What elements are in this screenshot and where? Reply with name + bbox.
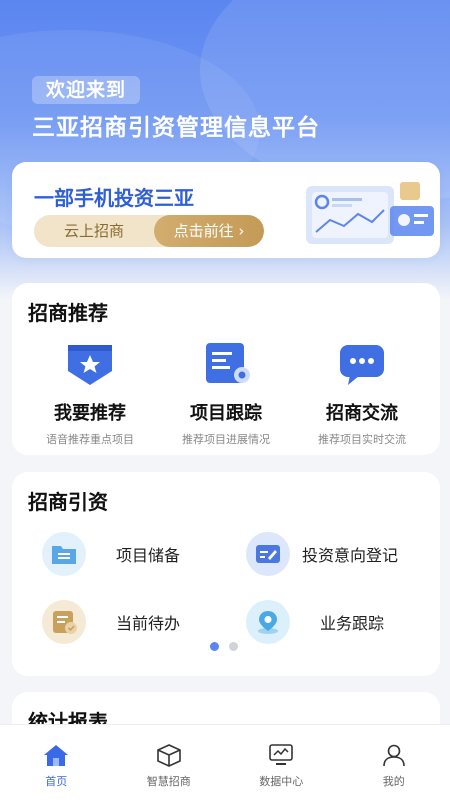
page-indicator bbox=[210, 642, 238, 651]
recommend-item-project-tracking[interactable]: 项目跟踪 推荐项目进展情况 bbox=[156, 341, 296, 447]
section-title: 招商引资 bbox=[28, 490, 108, 514]
recommend-label: 项目跟踪 bbox=[190, 403, 262, 424]
banner-pill[interactable]: 云上招商 点击前往 › bbox=[34, 215, 264, 247]
welcome-badge: 欢迎来到 bbox=[32, 76, 141, 104]
user-icon bbox=[382, 744, 405, 767]
investment-label: 业务跟踪 bbox=[320, 614, 385, 633]
platform-title: 三亚招商引资管理信息平台 bbox=[32, 115, 320, 141]
investment-label: 投资意向登记 bbox=[302, 546, 399, 565]
tab-smart-investment[interactable]: 智慧招商 bbox=[113, 725, 226, 800]
investment-item-todo[interactable]: 当前待办 bbox=[42, 600, 180, 644]
monitor-icon bbox=[269, 744, 294, 765]
banner-card[interactable]: 一部手机投资三亚 云上招商 点击前往 › bbox=[12, 162, 440, 258]
investment-card: 招商引资 项目储备 投资意向登记 当前待办 业务跟踪 bbox=[12, 472, 440, 676]
folder-icon bbox=[42, 532, 86, 576]
tab-home[interactable]: 首页 bbox=[0, 725, 113, 800]
page-dot[interactable] bbox=[229, 642, 238, 651]
recommend-card: 招商推荐 我要推荐 语音推荐重点项目 项目跟踪 推荐项目进展情况 招商交流 推荐… bbox=[12, 283, 440, 455]
recommend-item-my-recommend[interactable]: 我要推荐 语音推荐重点项目 bbox=[20, 341, 160, 447]
tab-label: 智慧招商 bbox=[146, 775, 191, 788]
go-button[interactable]: 点击前往 › bbox=[154, 215, 264, 247]
tab-label: 数据中心 bbox=[259, 775, 304, 788]
investment-label: 项目储备 bbox=[116, 546, 181, 565]
section-title: 招商推荐 bbox=[28, 301, 108, 325]
recommend-label: 我要推荐 bbox=[54, 403, 126, 424]
investment-label: 当前待办 bbox=[116, 614, 181, 633]
form-edit-icon bbox=[246, 532, 290, 576]
page-dot-active[interactable] bbox=[210, 642, 219, 651]
tab-label: 我的 bbox=[382, 775, 405, 788]
investment-item-intent-register[interactable]: 投资意向登记 bbox=[246, 532, 398, 576]
recommend-desc: 语音推荐重点项目 bbox=[46, 433, 134, 446]
star-badge-icon bbox=[68, 345, 112, 385]
recommend-desc: 推荐项目实时交流 bbox=[318, 433, 406, 446]
tab-data-center[interactable]: 数据中心 bbox=[225, 725, 338, 800]
banner-title: 一部手机投资三亚 bbox=[34, 186, 194, 210]
investment-item-project-reserve[interactable]: 项目储备 bbox=[42, 532, 180, 576]
chat-bubble-icon bbox=[340, 345, 384, 385]
recommend-desc: 推荐项目进展情况 bbox=[182, 433, 270, 446]
document-track-icon bbox=[206, 343, 250, 383]
home-icon bbox=[44, 745, 69, 766]
dashboard-illustration bbox=[306, 182, 434, 244]
recommend-item-exchange[interactable]: 招商交流 推荐项目实时交流 bbox=[292, 341, 432, 447]
tab-mine[interactable]: 我的 bbox=[338, 725, 450, 800]
investment-item-business-tracking[interactable]: 业务跟踪 bbox=[246, 600, 384, 644]
bottom-tab-bar: 首页 智慧招商 数据中心 我的 bbox=[0, 724, 450, 800]
box-icon bbox=[156, 744, 181, 767]
location-icon bbox=[246, 600, 290, 644]
recommend-label: 招商交流 bbox=[326, 403, 398, 424]
todo-icon bbox=[42, 600, 86, 644]
cloud-investment-tag: 云上招商 bbox=[63, 222, 124, 240]
tab-label: 首页 bbox=[45, 775, 68, 788]
